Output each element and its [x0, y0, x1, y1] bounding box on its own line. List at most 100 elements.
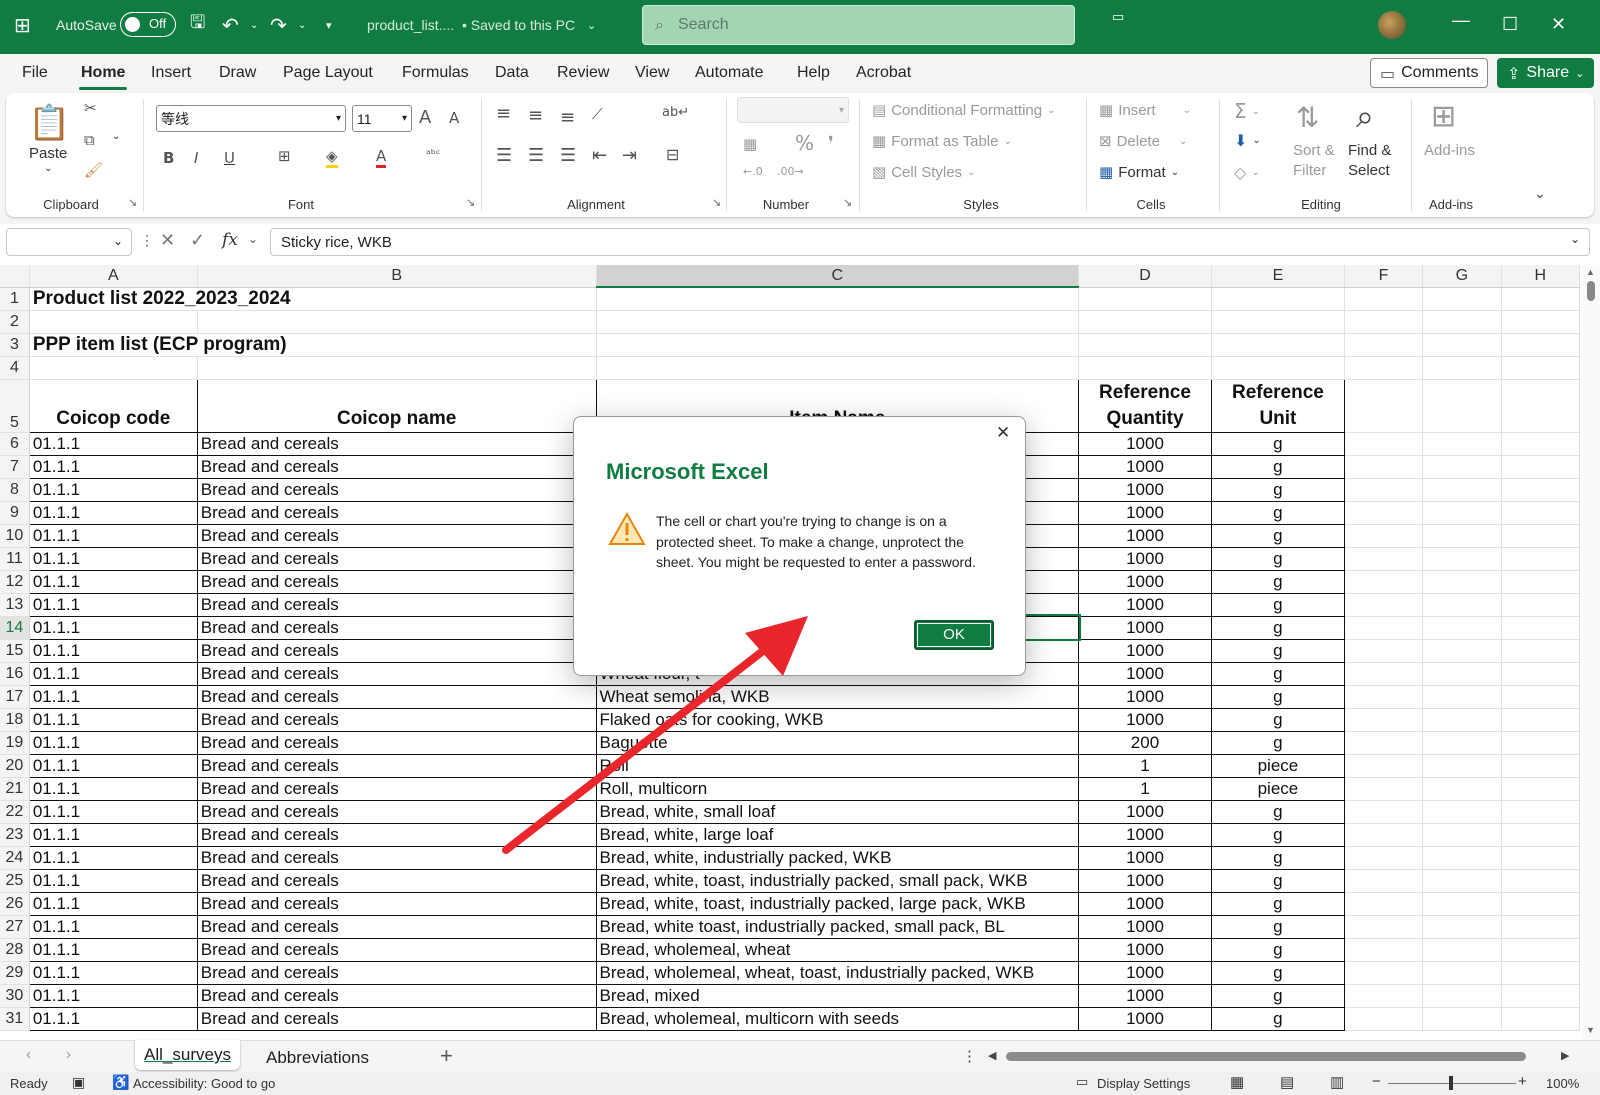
cell-coicop-code[interactable]: 01.1.1: [28, 845, 198, 870]
cell-item-name[interactable]: Bread, wholemeal, multicorn with seeds: [595, 1006, 1080, 1031]
align-right-icon[interactable]: ☰: [560, 145, 576, 166]
cell-reference-unit[interactable]: g: [1210, 845, 1345, 870]
cell-coicop-name[interactable]: Bread and cereals: [196, 546, 597, 571]
cell[interactable]: [1344, 915, 1424, 939]
borders-icon[interactable]: ⊞: [278, 147, 291, 165]
save-status[interactable]: • Saved to this PC: [462, 0, 575, 50]
row-header[interactable]: 21: [0, 777, 30, 801]
row-header[interactable]: 7: [0, 455, 30, 479]
cell-coicop-code[interactable]: 01.1.1: [28, 569, 198, 594]
cell[interactable]: [1344, 310, 1424, 334]
horizontal-scroll-thumb[interactable]: [1006, 1052, 1526, 1061]
cell[interactable]: [1078, 333, 1212, 357]
font-color-icon[interactable]: A: [376, 147, 387, 168]
cell-coicop-code[interactable]: 01.1.1: [28, 546, 198, 571]
cell-reference-quantity[interactable]: 1000: [1078, 638, 1212, 663]
row-header[interactable]: 30: [0, 984, 30, 1008]
alignment-launcher-icon[interactable]: ↘: [712, 196, 721, 209]
cell[interactable]: [1211, 310, 1345, 334]
row-header[interactable]: 3: [0, 333, 30, 357]
cell[interactable]: [1344, 961, 1424, 985]
cell[interactable]: [1422, 524, 1502, 548]
cell-reference-unit[interactable]: g: [1210, 983, 1345, 1008]
cell-coicop-name[interactable]: Bread and cereals: [196, 753, 597, 778]
cell[interactable]: [1422, 379, 1502, 433]
row-header[interactable]: 29: [0, 961, 30, 985]
cell[interactable]: [1344, 823, 1424, 847]
row-header[interactable]: 1: [0, 287, 30, 311]
cell[interactable]: [29, 310, 198, 334]
cell-coicop-name[interactable]: Bread and cereals: [196, 1006, 597, 1031]
cell-coicop-name[interactable]: Bread and cereals: [196, 569, 597, 594]
format-as-table-button[interactable]: ▦ Format as Table ⌄: [872, 132, 1012, 150]
cell-coicop-name[interactable]: Bread and cereals: [196, 592, 597, 617]
addins-button[interactable]: Add-ins: [1424, 142, 1475, 159]
cell-coicop-code[interactable]: 01.1.1: [28, 615, 198, 640]
paste-icon[interactable]: 📋: [28, 103, 70, 143]
decrease-font-icon[interactable]: A: [449, 109, 459, 127]
tab-insert[interactable]: Insert: [151, 64, 191, 82]
select-all-corner[interactable]: [0, 265, 30, 288]
zoom-slider-thumb[interactable]: [1449, 1076, 1453, 1090]
cell[interactable]: [1501, 685, 1580, 709]
cell-reference-unit[interactable]: g: [1210, 477, 1345, 502]
cell[interactable]: [1422, 823, 1502, 847]
cell-coicop-name[interactable]: Bread and cereals: [196, 431, 597, 456]
cell-coicop-code[interactable]: 01.1.1: [28, 730, 198, 755]
align-top-icon[interactable]: ≡: [496, 103, 511, 124]
header-coicop-code[interactable]: Coicop code: [28, 378, 198, 433]
cell-reference-quantity[interactable]: 1000: [1078, 569, 1212, 594]
row-header[interactable]: 4: [0, 356, 30, 380]
cell-item-name[interactable]: Bread, white, industrially packed, WKB: [595, 845, 1080, 870]
row-header[interactable]: 22: [0, 800, 30, 824]
cell-coicop-name[interactable]: Bread and cereals: [196, 845, 597, 870]
undo-dropdown-icon[interactable]: ⌄: [250, 0, 258, 50]
row-header[interactable]: 28: [0, 938, 30, 962]
cell-item-name[interactable]: Bread, wholemeal, wheat: [595, 937, 1080, 962]
cell-coicop-name[interactable]: Bread and cereals: [196, 914, 597, 939]
save-icon[interactable]: 🖫: [190, 0, 205, 50]
sort-filter-icon[interactable]: ⇅: [1296, 101, 1319, 134]
cell[interactable]: [1344, 708, 1424, 732]
sort-filter-label-1[interactable]: Sort &: [1293, 142, 1335, 159]
cell[interactable]: [1501, 800, 1580, 824]
cut-icon[interactable]: ✂: [84, 99, 97, 117]
find-select-icon[interactable]: ⌕: [1356, 97, 1374, 136]
cell[interactable]: [596, 287, 1080, 311]
cell[interactable]: [1501, 777, 1580, 801]
cell-reference-unit[interactable]: g: [1210, 546, 1345, 571]
align-middle-icon[interactable]: ≡: [528, 105, 543, 126]
maximize-icon[interactable]: ☐: [1502, 14, 1518, 35]
cell[interactable]: [197, 310, 597, 334]
comma-style-icon[interactable]: ❜: [828, 133, 834, 154]
cell[interactable]: [1501, 869, 1580, 893]
cell-reference-unit[interactable]: g: [1210, 868, 1345, 893]
column-header-a[interactable]: A: [29, 265, 198, 288]
cell[interactable]: [29, 356, 198, 380]
cell[interactable]: [1344, 846, 1424, 870]
sheet-subtitle[interactable]: PPP item list (ECP program): [29, 333, 597, 357]
cell-reference-quantity[interactable]: 1000: [1078, 615, 1212, 640]
tab-acrobat[interactable]: Acrobat: [856, 64, 911, 82]
cell[interactable]: [1422, 501, 1502, 525]
cell[interactable]: [1344, 800, 1424, 824]
cell[interactable]: [1422, 333, 1502, 357]
cell-coicop-code[interactable]: 01.1.1: [28, 960, 198, 985]
delete-cells-button[interactable]: ⊠ Delete ⌄: [1099, 132, 1187, 150]
cell-reference-unit[interactable]: g: [1210, 523, 1345, 548]
tab-review[interactable]: Review: [557, 64, 609, 82]
cell[interactable]: [1344, 432, 1424, 456]
cell-coicop-name[interactable]: Bread and cereals: [196, 523, 597, 548]
cell-coicop-code[interactable]: 01.1.1: [28, 500, 198, 525]
cell-coicop-name[interactable]: Bread and cereals: [196, 661, 597, 686]
cell[interactable]: [1422, 478, 1502, 502]
format-cells-button[interactable]: ▦ Format ⌄: [1099, 163, 1179, 181]
cell[interactable]: [1422, 287, 1502, 311]
row-header[interactable]: 27: [0, 915, 30, 939]
row-header[interactable]: 20: [0, 754, 30, 778]
cell-item-name[interactable]: Bread, white toast, industrially packed,…: [595, 914, 1080, 939]
row-header[interactable]: 5: [0, 379, 30, 433]
cell[interactable]: [1344, 616, 1424, 640]
add-sheet-icon[interactable]: +: [440, 1043, 453, 1069]
cell-reference-quantity[interactable]: 1000: [1078, 914, 1212, 939]
